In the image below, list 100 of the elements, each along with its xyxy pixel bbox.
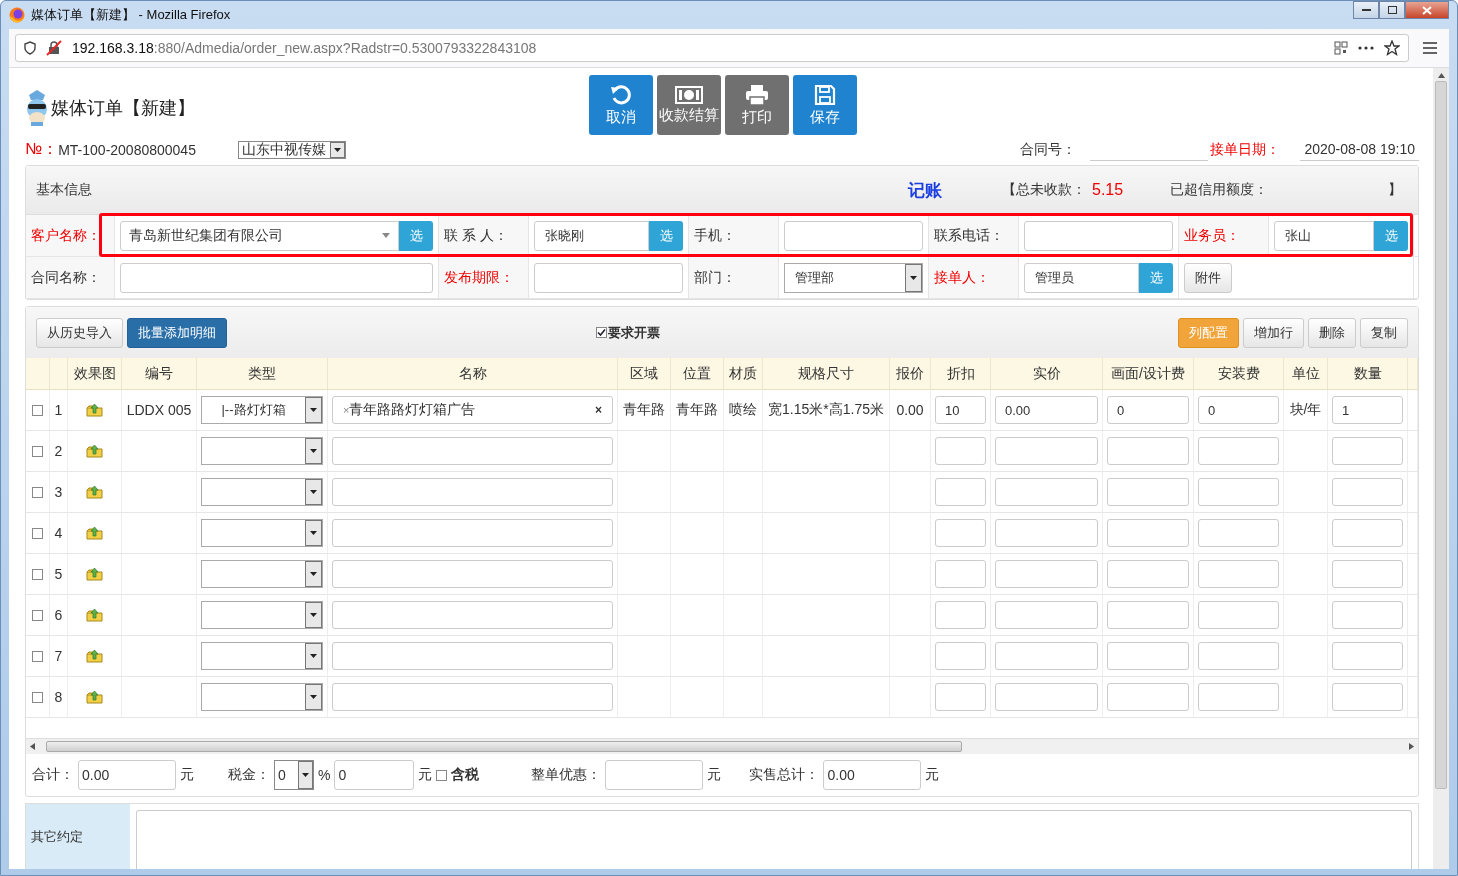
type-select[interactable] [201, 683, 323, 712]
input-field[interactable] [1198, 519, 1279, 548]
checkbox[interactable] [32, 527, 43, 539]
net-total-field[interactable]: 0.00 [823, 760, 922, 791]
name-tag-field[interactable] [332, 560, 613, 589]
input-field[interactable] [935, 437, 986, 466]
input-field[interactable] [1107, 642, 1189, 671]
checkbox[interactable] [595, 327, 607, 339]
input-field[interactable] [935, 642, 986, 671]
input-field[interactable] [1198, 437, 1279, 466]
checkbox[interactable] [32, 568, 43, 580]
name-tag-field[interactable] [332, 437, 613, 466]
toolbar-button[interactable]: 收款结算 [657, 75, 721, 136]
input-field[interactable]: 0 [1198, 396, 1279, 425]
input-field[interactable]: 0 [1107, 396, 1189, 425]
input-field[interactable] [995, 683, 1098, 712]
name-tag-field[interactable] [332, 642, 613, 671]
input-field[interactable] [935, 601, 986, 630]
scroll-up-icon[interactable] [1437, 73, 1445, 78]
horizontal-scrollbar[interactable] [26, 738, 1418, 755]
checkbox[interactable] [32, 650, 43, 662]
toolbar-button[interactable]: 复制 [1360, 317, 1408, 348]
type-select[interactable] [201, 519, 323, 548]
input-field[interactable] [995, 601, 1098, 630]
name-tag-field[interactable]: ×青年路路灯灯箱广告 × [332, 396, 613, 425]
tax-rate-select[interactable]: 0 [274, 760, 314, 791]
discount-field[interactable] [605, 760, 704, 791]
type-select[interactable] [201, 478, 323, 507]
name-tag-field[interactable] [332, 478, 613, 507]
input-field[interactable] [1332, 683, 1403, 712]
input-field[interactable]: 张晓刚 [534, 220, 649, 251]
input-field[interactable] [1198, 478, 1279, 507]
more-icon[interactable] [1358, 46, 1374, 50]
minimize-button[interactable] [1353, 1, 1379, 19]
input-field[interactable] [995, 478, 1098, 507]
name-tag-field[interactable] [332, 601, 613, 630]
bookkeeping-link[interactable]: 记账 [908, 178, 942, 202]
close-button[interactable] [1405, 1, 1449, 19]
toolbar-button[interactable]: 从历史导入 [36, 317, 123, 348]
input-field[interactable] [784, 220, 923, 251]
checkbox[interactable] [32, 486, 43, 498]
input-field[interactable] [1198, 601, 1279, 630]
input-field[interactable] [995, 437, 1098, 466]
image-folder-icon[interactable] [86, 608, 103, 623]
input-field[interactable] [1332, 601, 1403, 630]
name-tag-field[interactable] [332, 683, 613, 712]
total-field[interactable]: 0.00 [78, 760, 176, 791]
input-field[interactable] [120, 262, 433, 293]
qr-code-icon[interactable] [1334, 41, 1348, 55]
image-folder-icon[interactable] [86, 444, 103, 459]
toolbar-button[interactable]: 删除 [1308, 317, 1356, 348]
insecure-lock-icon[interactable] [46, 40, 62, 56]
toolbar-button[interactable]: 增加行 [1243, 317, 1304, 348]
type-select[interactable] [201, 642, 323, 671]
input-field[interactable] [1198, 683, 1279, 712]
input-field[interactable]: 0.00 [995, 396, 1098, 425]
checkbox[interactable] [32, 691, 43, 703]
image-folder-icon[interactable] [86, 649, 103, 664]
input-field[interactable] [935, 519, 986, 548]
input-field[interactable] [1107, 519, 1189, 548]
checkbox[interactable] [32, 445, 43, 457]
input-field[interactable] [1107, 560, 1189, 589]
input-field[interactable] [1332, 642, 1403, 671]
input-field[interactable] [1107, 478, 1189, 507]
department-select[interactable]: 管理部 [784, 262, 923, 293]
order-date-field[interactable]: 2020-08-08 19:10 [1300, 138, 1419, 162]
input-field[interactable] [534, 262, 683, 293]
input-field[interactable] [935, 683, 986, 712]
input-field[interactable]: 10 [935, 396, 986, 425]
vertical-scrollbar[interactable] [1433, 68, 1449, 869]
input-field[interactable]: 张山 [1274, 220, 1374, 251]
company-select[interactable]: 山东中视传媒 [237, 140, 346, 159]
input-field[interactable] [1332, 560, 1403, 589]
toolbar-button[interactable]: 取消 [589, 75, 653, 136]
menu-icon[interactable] [1423, 42, 1437, 54]
input-field[interactable] [1332, 519, 1403, 548]
attachment-button[interactable]: 附件 [1184, 262, 1232, 293]
image-folder-icon[interactable] [86, 567, 103, 582]
input-field[interactable] [935, 560, 986, 589]
input-field[interactable] [995, 560, 1098, 589]
input-field[interactable] [1107, 601, 1189, 630]
image-folder-icon[interactable] [86, 403, 103, 418]
input-field[interactable] [1332, 437, 1403, 466]
image-folder-icon[interactable] [86, 690, 103, 705]
type-select[interactable] [201, 560, 323, 589]
checkbox[interactable] [32, 404, 43, 416]
type-select[interactable] [201, 601, 323, 630]
input-field[interactable] [1107, 683, 1189, 712]
input-field[interactable] [1107, 437, 1189, 466]
checkbox[interactable] [436, 769, 448, 781]
scroll-right-icon[interactable] [1408, 743, 1414, 751]
input-field[interactable] [1198, 642, 1279, 671]
input-field[interactable] [995, 642, 1098, 671]
input-field[interactable] [1332, 478, 1403, 507]
name-tag-field[interactable] [332, 519, 613, 548]
type-select[interactable]: |--路灯灯箱 [201, 396, 323, 425]
type-select[interactable] [201, 437, 323, 466]
toolbar-button[interactable]: 打印 [725, 75, 789, 136]
checkbox[interactable] [32, 609, 43, 621]
scroll-left-icon[interactable] [30, 743, 36, 751]
